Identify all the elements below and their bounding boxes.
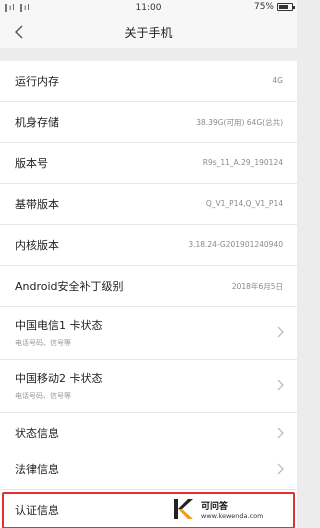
row-value: 2018年6月5日 <box>231 282 283 291</box>
watermark-name: 可问答 <box>201 501 229 512</box>
row-value: 38.39G(可用) 64G(总共) <box>196 118 283 127</box>
page-title: 关于手机 <box>124 26 173 40</box>
row-label: 内核版本 <box>15 239 59 252</box>
row-build-number[interactable]: 版本号 R9s_11_A.29_190124 <box>0 143 297 184</box>
chevron-right-icon <box>275 325 285 343</box>
row-status-info[interactable]: 状态信息 <box>0 413 297 454</box>
status-time: 11:00 <box>135 3 162 13</box>
row-value: R9s_11_A.29_190124 <box>202 158 283 167</box>
row-legal-info[interactable]: 法律信息 <box>0 449 297 490</box>
row-label: Android安全补丁级别 <box>15 280 124 293</box>
watermark: 可问答 www.kewenda.com <box>143 494 293 524</box>
row-label: 版本号 <box>15 157 48 170</box>
row-baseband: 基带版本 Q_V1_P14,Q_V1_P14 <box>0 184 297 225</box>
chevron-right-icon <box>275 462 285 480</box>
row-label: 中国电信1 卡状态 <box>15 319 103 332</box>
row-subtitle: 电话号码、信号等 <box>15 392 71 400</box>
chevron-right-icon <box>275 426 285 444</box>
row-value: 4G <box>272 76 283 85</box>
status-bar: ‖ıl ‖ıl 11:00 75% <box>0 0 297 16</box>
battery-icon <box>277 3 295 11</box>
row-sim2-status[interactable]: 中国移动2 卡状态 电话号码、信号等 <box>0 360 297 413</box>
watermark-url: www.kewenda.com <box>201 511 264 520</box>
row-value: 3.18.24-G201901240940 <box>188 240 283 249</box>
row-kernel: 内核版本 3.18.24-G201901240940 <box>0 225 297 266</box>
row-label: 认证信息 <box>15 504 59 517</box>
row-security-patch: Android安全补丁级别 2018年6月5日 <box>0 266 297 307</box>
row-ram: 运行内存 4G <box>0 61 297 102</box>
row-value: Q_V1_P14,Q_V1_P14 <box>205 199 283 208</box>
battery-status: 75% <box>253 2 295 12</box>
row-subtitle: 电话号码、信号等 <box>15 339 71 347</box>
row-storage: 机身存储 38.39G(可用) 64G(总共) <box>0 102 297 143</box>
row-label: 法律信息 <box>15 463 59 476</box>
row-label: 中国移动2 卡状态 <box>15 372 103 385</box>
chevron-right-icon <box>275 378 285 396</box>
row-label: 运行内存 <box>15 75 59 88</box>
row-label: 基带版本 <box>15 198 59 211</box>
row-label: 状态信息 <box>15 427 59 440</box>
title-bar: 关于手机 <box>0 16 297 48</box>
row-label: 机身存储 <box>15 116 59 129</box>
row-sim1-status[interactable]: 中国电信1 卡状态 电话号码、信号等 <box>0 307 297 360</box>
battery-percent: 75% <box>253 2 274 12</box>
about-list: 运行内存 4G 机身存储 38.39G(可用) 64G(总共) 版本号 R9s_… <box>0 61 297 454</box>
kewenda-logo-icon <box>171 497 195 521</box>
